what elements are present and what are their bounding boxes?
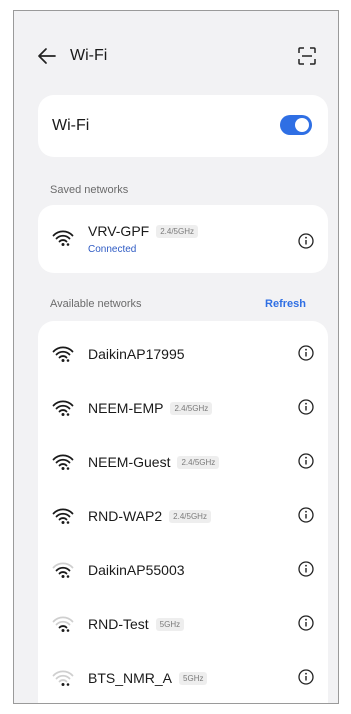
- network-info-button[interactable]: [298, 233, 314, 249]
- network-name: NEEM-EMP 2.4/5GHz: [88, 400, 213, 416]
- wifi-signal-icon: [52, 399, 74, 417]
- network-info-button[interactable]: [298, 561, 314, 577]
- refresh-button[interactable]: Refresh: [265, 298, 306, 310]
- header: Wi-Fi: [14, 11, 338, 86]
- network-row[interactable]: BTS_NMR_A 5GHz: [38, 651, 328, 703]
- network-info-button[interactable]: [298, 669, 314, 685]
- info-icon: [298, 233, 314, 249]
- wifi-signal-icon: [52, 561, 74, 579]
- available-networks-label: Available networks: [50, 298, 142, 310]
- network-name: NEEM-Guest 2.4/5GHz: [88, 454, 220, 470]
- wifi-signal-icon: [52, 507, 74, 525]
- band-badge: 2.4/5GHz: [169, 510, 211, 523]
- wifi-toggle-card[interactable]: Wi-Fi: [38, 95, 328, 157]
- info-icon: [298, 399, 314, 415]
- info-icon: [298, 507, 314, 523]
- network-row[interactable]: NEEM-EMP 2.4/5GHz: [38, 381, 328, 433]
- connection-status: Connected: [88, 244, 137, 255]
- network-row[interactable]: NEEM-Guest 2.4/5GHz: [38, 435, 328, 487]
- screen: Wi-Fi Wi-Fi Saved networks VRV-GPF 2.4/5G…: [13, 10, 339, 704]
- wifi-signal-icon: [52, 615, 74, 633]
- network-name: BTS_NMR_A 5GHz: [88, 670, 208, 686]
- toggle-knob: [295, 118, 309, 132]
- wifi-signal-icon: [52, 345, 74, 363]
- band-badge: 5GHz: [155, 618, 185, 631]
- info-icon: [298, 345, 314, 361]
- wifi-signal-icon: [52, 229, 74, 247]
- network-row[interactable]: RND-WAP2 2.4/5GHz: [38, 489, 328, 541]
- network-name: DaikinAP55003: [88, 562, 185, 578]
- network-info-button[interactable]: [298, 399, 314, 415]
- band-badge: 2.4/5GHz: [156, 225, 198, 238]
- scan-button[interactable]: [298, 47, 316, 65]
- network-info-button[interactable]: [298, 453, 314, 469]
- available-networks-card: DaikinAP17995 NEEM-EMP 2.4/5GHz NEEM-Guest 2…: [38, 321, 328, 703]
- arrow-left-icon: [38, 48, 56, 64]
- network-row[interactable]: RND-Test 5GHz: [38, 597, 328, 649]
- info-icon: [298, 669, 314, 685]
- network-row[interactable]: DaikinAP17995: [38, 327, 328, 379]
- page-title: Wi-Fi: [70, 47, 108, 64]
- band-badge: 2.4/5GHz: [170, 402, 213, 415]
- saved-networks-card: VRV-GPF 2.4/5GHz Connected: [38, 205, 328, 273]
- saved-network-row[interactable]: VRV-GPF 2.4/5GHz Connected: [38, 211, 328, 263]
- saved-networks-label: Saved networks: [50, 184, 129, 196]
- network-name: VRV-GPF 2.4/5GHz: [88, 223, 198, 239]
- band-badge: 5GHz: [179, 672, 208, 685]
- band-badge: 2.4/5GHz: [177, 456, 220, 469]
- info-icon: [298, 561, 314, 577]
- network-info-button[interactable]: [298, 345, 314, 361]
- network-name: RND-WAP2 2.4/5GHz: [88, 508, 211, 524]
- network-info-button[interactable]: [298, 615, 314, 631]
- network-name: DaikinAP17995: [88, 346, 185, 362]
- info-icon: [298, 615, 314, 631]
- wifi-toggle-label: Wi-Fi: [52, 117, 90, 134]
- network-info-button[interactable]: [298, 507, 314, 523]
- wifi-toggle-switch[interactable]: [280, 115, 312, 135]
- wifi-signal-icon: [52, 669, 74, 687]
- network-row[interactable]: DaikinAP55003: [38, 543, 328, 595]
- network-name: RND-Test 5GHz: [88, 616, 185, 632]
- info-icon: [298, 453, 314, 469]
- wifi-signal-icon: [52, 453, 74, 471]
- qr-scan-icon: [298, 47, 316, 65]
- back-button[interactable]: [36, 45, 58, 67]
